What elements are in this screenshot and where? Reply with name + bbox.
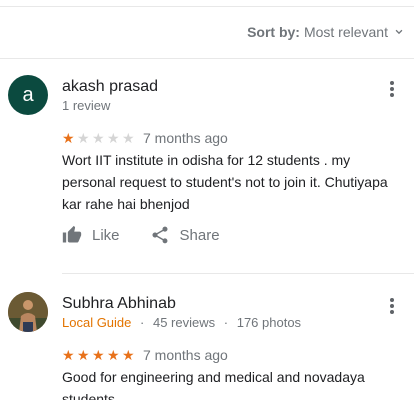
thumb-up-icon	[62, 225, 82, 243]
review-author-meta: 1 review	[62, 98, 111, 113]
sort-dropdown[interactable]: Sort by: Most relevant	[247, 24, 406, 40]
star-icon: ★	[62, 130, 75, 146]
meta-separator: ·	[223, 315, 229, 330]
rating-row: ★ ★ ★ ★ ★ 7 months ago	[62, 130, 228, 146]
avatar-photo-icon	[8, 292, 48, 332]
review-author[interactable]: akash prasad	[62, 78, 158, 96]
star-icon: ★	[92, 347, 105, 363]
star-icon: ★	[77, 130, 90, 146]
rating-row: ★ ★ ★ ★ ★ 7 months ago	[62, 347, 228, 363]
review-author-meta: Local Guide · 45 reviews · 176 photos	[62, 315, 301, 330]
review-time: 7 months ago	[143, 347, 228, 363]
star-rating: ★ ★ ★ ★ ★	[62, 131, 137, 145]
more-vert-icon	[390, 298, 394, 302]
review-author[interactable]: Subhra Abhinab	[62, 295, 176, 313]
like-label: Like	[92, 226, 120, 244]
star-icon: ★	[122, 347, 135, 363]
star-icon: ★	[122, 130, 135, 146]
star-icon: ★	[62, 347, 75, 363]
review-text: Wort IIT institute in odisha for 12 stud…	[62, 152, 388, 212]
like-button[interactable]: Like	[62, 225, 120, 245]
star-icon: ★	[92, 130, 105, 146]
more-vert-icon	[390, 81, 394, 85]
share-label: Share	[179, 226, 220, 244]
star-rating: ★ ★ ★ ★ ★	[62, 348, 137, 362]
avatar-letter: a	[22, 83, 34, 106]
header-divider	[0, 58, 414, 59]
more-options-button[interactable]	[384, 296, 400, 316]
sort-value: Most relevant	[303, 24, 388, 40]
review-actions: Like Share	[62, 225, 250, 245]
share-button[interactable]: Share	[150, 225, 220, 245]
chevron-down-icon	[395, 29, 403, 35]
avatar[interactable]: a	[8, 75, 48, 115]
more-options-button[interactable]	[384, 79, 400, 99]
avatar[interactable]	[8, 292, 48, 332]
local-guide-badge: Local Guide	[62, 315, 132, 330]
star-icon: ★	[107, 347, 120, 363]
star-icon: ★	[77, 347, 90, 363]
review-text: Good for engineering and medical and nov…	[62, 369, 365, 400]
meta-separator: ·	[140, 315, 145, 330]
star-icon: ★	[107, 130, 120, 146]
share-icon	[152, 226, 168, 244]
review-divider	[62, 273, 414, 274]
sort-label: Sort by:	[247, 24, 300, 40]
reviews-count: 45 reviews	[152, 315, 216, 330]
photos-count: 176 photos	[236, 315, 302, 330]
top-divider	[0, 6, 414, 7]
review-time: 7 months ago	[143, 130, 228, 146]
